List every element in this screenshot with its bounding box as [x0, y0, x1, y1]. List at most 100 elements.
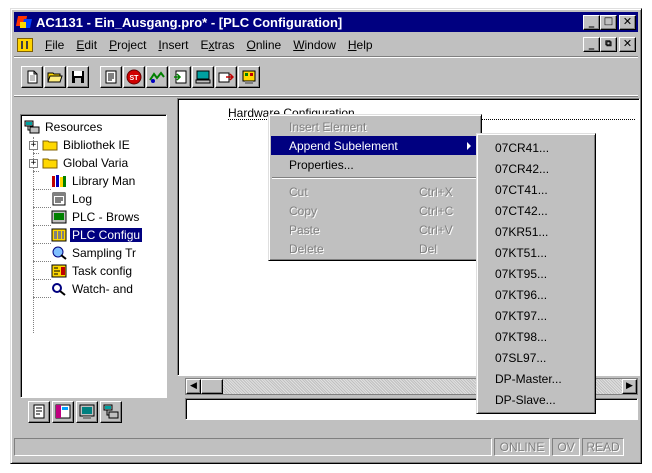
- open-button[interactable]: [44, 66, 66, 88]
- object-organizer: Resources + Bibliothek IE + Global Varia…: [14, 98, 175, 427]
- submenu-item[interactable]: 07KT97...: [479, 305, 593, 326]
- menu-project[interactable]: Project: [103, 38, 152, 52]
- document-minimize-button[interactable]: _: [583, 37, 600, 52]
- tab-visualizations[interactable]: [76, 401, 98, 423]
- organizer-tabs: [28, 401, 122, 423]
- login-icon: [149, 71, 165, 83]
- submenu-item[interactable]: 07KR51...: [479, 221, 593, 242]
- menu-insert[interactable]: Insert: [152, 38, 194, 52]
- submenu-item[interactable]: 07CT41...: [479, 179, 593, 200]
- status-read: READ: [582, 438, 624, 456]
- minimize-button[interactable]: _: [583, 14, 600, 30]
- configuration-icon: [242, 70, 256, 84]
- resources-tab-icon: [103, 404, 119, 419]
- download-button[interactable]: [169, 66, 191, 88]
- title-bar[interactable]: AC1131 - Ein_Ausgang.pro* - [PLC Configu…: [14, 12, 638, 32]
- new-file-icon: [27, 70, 38, 84]
- ctx-append-subelement[interactable]: Append Subelement: [271, 136, 479, 155]
- menu-file[interactable]: File: [39, 38, 70, 52]
- tree-item-library-manager[interactable]: Library Man: [51, 172, 137, 190]
- tab-pous[interactable]: [28, 401, 50, 423]
- ctx-delete[interactable]: Delete Del: [271, 239, 479, 258]
- scroll-right-button[interactable]: ▶: [622, 379, 637, 394]
- document-window-icon[interactable]: [17, 37, 33, 52]
- tree-item-watch-recipe[interactable]: Watch- and: [51, 280, 135, 298]
- menu-help[interactable]: Help: [342, 38, 379, 52]
- new-button[interactable]: [21, 66, 43, 88]
- login-button[interactable]: [146, 66, 168, 88]
- stop-button[interactable]: ST: [123, 66, 145, 88]
- open-folder-icon: [47, 72, 63, 83]
- plc-browser-icon: [51, 210, 67, 224]
- maximize-button[interactable]: □: [600, 14, 617, 30]
- tree-item-task-configuration[interactable]: Task config: [51, 262, 134, 280]
- svg-text:ST: ST: [130, 75, 140, 82]
- ctx-insert-element[interactable]: Insert Element: [271, 117, 479, 136]
- ctx-properties[interactable]: Properties...: [271, 155, 479, 174]
- menu-online[interactable]: Online: [240, 38, 287, 52]
- folder-icon: [42, 140, 58, 151]
- close-button[interactable]: ✕: [619, 14, 636, 30]
- tab-resources[interactable]: [100, 401, 122, 423]
- ctx-copy[interactable]: Copy Ctrl+C: [271, 201, 479, 220]
- submenu-item[interactable]: 07CT42...: [479, 200, 593, 221]
- document-restore-button[interactable]: ⧉: [600, 37, 617, 52]
- scroll-left-button[interactable]: ◀: [186, 379, 201, 394]
- ctx-cut[interactable]: Cut Ctrl+X: [271, 182, 479, 201]
- resources-tree[interactable]: Resources + Bibliothek IE + Global Varia…: [20, 114, 167, 398]
- submenu-item[interactable]: 07KT95...: [479, 263, 593, 284]
- plc-config-icon: [51, 228, 67, 242]
- submenu-item[interactable]: 07KT96...: [479, 284, 593, 305]
- status-ov: OV: [552, 438, 580, 456]
- submenu-arrow-icon: [467, 142, 471, 150]
- data-types-icon: [55, 404, 71, 419]
- visualization-icon: [79, 404, 95, 419]
- library-icon: [52, 175, 66, 187]
- tree-item-sampling-trace[interactable]: Sampling Tr: [51, 244, 138, 262]
- task-config-icon: [51, 264, 67, 278]
- toolbar: ST: [14, 56, 638, 96]
- tree-item-global-variables[interactable]: + Global Varia: [29, 154, 130, 172]
- tree-item-bibliothek[interactable]: + Bibliothek IE: [29, 136, 132, 154]
- expand-toggle[interactable]: +: [29, 158, 38, 168]
- tree-item-log[interactable]: Log: [51, 190, 94, 208]
- append-submenu: 07CR41... 07CR42... 07CT41... 07CT42... …: [476, 133, 596, 414]
- status-bar: ONLINE OV READ: [14, 436, 638, 458]
- export-button[interactable]: [215, 66, 237, 88]
- submenu-item[interactable]: 07KT98...: [479, 326, 593, 347]
- stop-icon: ST: [126, 69, 142, 85]
- status-online: ONLINE: [494, 438, 550, 456]
- status-message-panel: [14, 438, 492, 456]
- submenu-item[interactable]: 07CR41...: [479, 137, 593, 158]
- tree-item-plc-configuration[interactable]: PLC Configu: [51, 226, 143, 244]
- tab-data-types[interactable]: [52, 401, 74, 423]
- configuration-button[interactable]: [238, 66, 260, 88]
- monitor-icon: [195, 70, 211, 84]
- menu-extras[interactable]: Extras: [194, 38, 240, 52]
- watch-icon: [52, 283, 66, 296]
- menu-separator: [271, 174, 479, 182]
- download-icon: [174, 70, 187, 84]
- save-button[interactable]: [67, 66, 89, 88]
- submenu-item[interactable]: DP-Master...: [479, 368, 593, 389]
- save-disk-icon: [72, 71, 84, 83]
- expand-toggle[interactable]: +: [29, 140, 38, 150]
- submenu-item[interactable]: 07KT51...: [479, 242, 593, 263]
- submenu-item[interactable]: 07CR42...: [479, 158, 593, 179]
- build-button[interactable]: [100, 66, 122, 88]
- tree-item-plc-browser[interactable]: PLC - Brows: [51, 208, 141, 226]
- resources-icon: [24, 120, 40, 134]
- menu-edit[interactable]: Edit: [70, 38, 103, 52]
- scroll-thumb[interactable]: [201, 379, 223, 394]
- menu-window[interactable]: Window: [287, 38, 342, 52]
- monitor-button[interactable]: [192, 66, 214, 88]
- build-icon: [105, 70, 117, 84]
- context-menu: Insert Element Append Subelement Propert…: [268, 114, 482, 261]
- ctx-paste[interactable]: Paste Ctrl+V: [271, 220, 479, 239]
- pous-icon: [33, 404, 45, 419]
- tree-item-resources[interactable]: Resources: [24, 118, 104, 136]
- app-logo-icon[interactable]: [15, 14, 32, 30]
- submenu-item[interactable]: 07SL97...: [479, 347, 593, 368]
- submenu-item[interactable]: DP-Slave...: [479, 389, 593, 410]
- document-close-button[interactable]: ✕: [619, 37, 636, 52]
